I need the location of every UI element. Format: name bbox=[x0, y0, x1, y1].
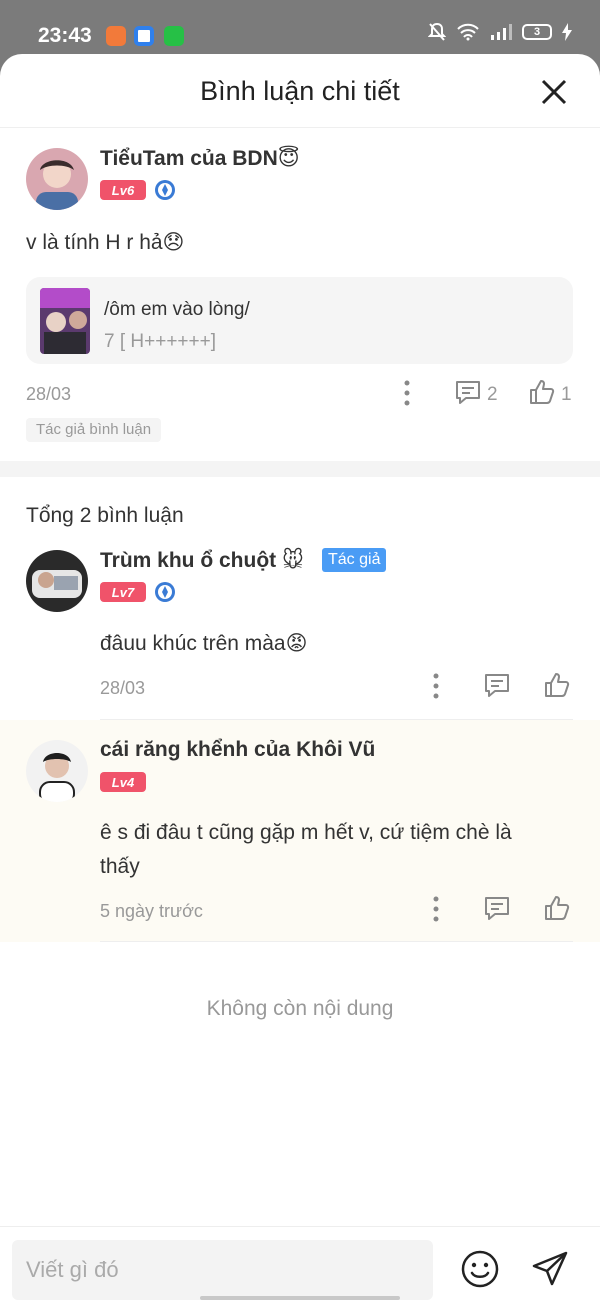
more-options-icon[interactable] bbox=[431, 896, 441, 922]
comment-composer bbox=[0, 1226, 600, 1300]
status-icons: 3 bbox=[428, 22, 572, 42]
send-icon[interactable] bbox=[530, 1249, 570, 1289]
game-app-icon bbox=[106, 26, 126, 46]
reply-author-name[interactable]: cái răng khểnh của Khôi Vũ bbox=[100, 738, 375, 762]
reply-text: đâuu khúc trên màa😡 bbox=[100, 632, 308, 655]
reply-text-line: thấy bbox=[100, 855, 140, 878]
browser-app-icon bbox=[134, 26, 154, 46]
quoted-post-subtitle: 7 [ H++++++] bbox=[104, 331, 216, 352]
like-count: 1 bbox=[561, 384, 572, 405]
replies-count-title: Tổng 2 bình luận bbox=[26, 504, 184, 527]
level-badge: Lv6 bbox=[100, 180, 146, 200]
comment-author-name[interactable]: TiểuTam của BDN😇 bbox=[100, 146, 300, 171]
grid-app-icon bbox=[164, 26, 184, 46]
quoted-post-title: /ôm em vào lòng/ bbox=[104, 299, 250, 320]
charging-icon bbox=[562, 23, 572, 41]
close-icon[interactable] bbox=[538, 76, 570, 108]
reply-separator bbox=[100, 941, 573, 942]
page-title: Bình luận chi tiết bbox=[200, 76, 400, 106]
more-options-icon[interactable] bbox=[431, 673, 441, 699]
mute-bell-icon bbox=[428, 22, 446, 41]
reply-author-name[interactable]: Trùm khu ổ chuột 🐭 bbox=[100, 548, 304, 573]
reply-date: 28/03 bbox=[100, 678, 146, 698]
medal-icon bbox=[155, 582, 175, 602]
reply-separator bbox=[100, 719, 573, 720]
reply-text: ê s đi đâu t cũng gặp m hết v, cứ tiệm c… bbox=[100, 816, 573, 884]
reply-icon[interactable] bbox=[483, 672, 511, 700]
end-of-content-text: Không còn nội dung bbox=[206, 997, 394, 1020]
comment-input[interactable] bbox=[12, 1240, 433, 1300]
quoted-post-thumbnail bbox=[40, 288, 90, 354]
section-divider bbox=[0, 461, 600, 477]
level-badge: Lv4 bbox=[100, 772, 146, 792]
medal-icon bbox=[155, 180, 175, 200]
battery-icon: 3 bbox=[522, 24, 552, 40]
like-icon[interactable] bbox=[543, 671, 571, 699]
like-icon[interactable] bbox=[543, 894, 571, 922]
home-indicator bbox=[200, 1296, 400, 1300]
status-time: 23:43 bbox=[38, 24, 92, 47]
comment-detail-sheet: Bình luận chi tiết TiểuTam của BDN😇 Lv6 … bbox=[0, 54, 600, 1300]
comment-author-tag: Tác giả bình luận bbox=[26, 418, 162, 442]
avatar[interactable] bbox=[26, 148, 88, 210]
reply-icon[interactable] bbox=[483, 895, 511, 923]
level-badge: Lv7 bbox=[100, 582, 146, 602]
comment-date: 28/03 bbox=[26, 384, 72, 404]
avatar[interactable] bbox=[26, 740, 88, 802]
author-badge: Tác giả bbox=[322, 548, 387, 572]
reply-icon[interactable] bbox=[454, 379, 482, 407]
reply-date: 5 ngày trước bbox=[100, 901, 203, 921]
sheet-header: Bình luận chi tiết bbox=[0, 54, 600, 128]
more-options-icon[interactable] bbox=[402, 380, 412, 406]
reply-count: 2 bbox=[487, 384, 498, 405]
reply-text-line: ê s đi đâu t cũng gặp m hết v, cứ tiệm c… bbox=[100, 821, 512, 844]
avatar[interactable] bbox=[26, 550, 88, 612]
signal-icon bbox=[491, 24, 512, 40]
emoji-icon[interactable] bbox=[460, 1249, 500, 1289]
comment-text: v là tính H r hả😞 bbox=[26, 231, 185, 254]
like-icon[interactable] bbox=[528, 378, 556, 406]
wifi-icon bbox=[457, 23, 479, 41]
quoted-post-card[interactable]: /ôm em vào lòng/ 7 [ H++++++] bbox=[26, 277, 573, 364]
